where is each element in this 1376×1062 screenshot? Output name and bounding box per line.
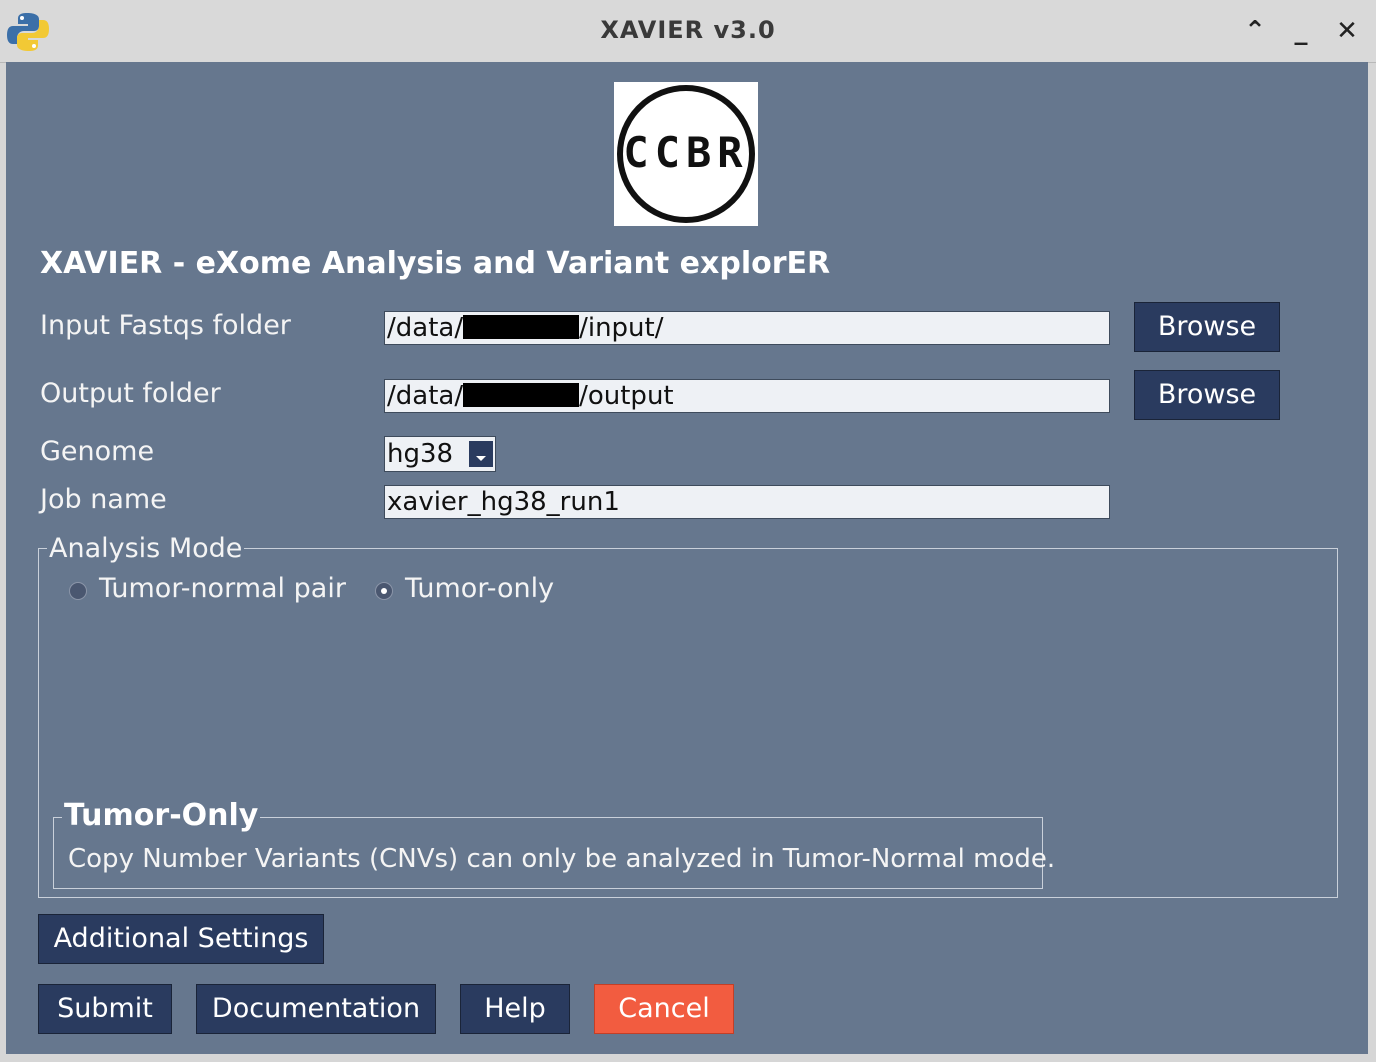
browse-input-button[interactable]: Browse <box>1134 302 1280 352</box>
help-button[interactable]: Help <box>460 984 570 1034</box>
maximize-icon[interactable]: ⌃ <box>1238 14 1272 48</box>
redacted-block <box>463 315 580 339</box>
job-name-field[interactable]: xavier_hg38_run1 <box>384 485 1110 519</box>
chevron-down-icon[interactable] <box>469 441 493 467</box>
close-icon[interactable]: ✕ <box>1330 14 1364 48</box>
redacted-block <box>463 383 580 407</box>
radio-tumor-only[interactable] <box>375 582 393 600</box>
output-folder-field[interactable]: /data//output <box>384 379 1110 413</box>
tumor-only-info-frame: Tumor-Only Copy Number Variants (CNVs) c… <box>53 798 1055 889</box>
submit-button[interactable]: Submit <box>38 984 172 1034</box>
genome-select[interactable]: hg38 <box>384 436 496 472</box>
documentation-button[interactable]: Documentation <box>196 984 436 1034</box>
minimize-icon[interactable]: _ <box>1284 14 1318 48</box>
page-title: XAVIER - eXome Analysis and Variant expl… <box>40 246 831 281</box>
main-panel: CCBR XAVIER - eXome Analysis and Variant… <box>6 62 1368 1054</box>
ccbr-logo: CCBR <box>614 82 758 226</box>
browse-output-button[interactable]: Browse <box>1134 370 1280 420</box>
job-name-label: Job name <box>40 484 167 515</box>
tumor-only-legend: Tumor-Only <box>62 798 261 833</box>
logo-text: CCBR <box>623 128 749 177</box>
cnv-info-text: Copy Number Variants (CNVs) can only be … <box>68 844 1056 874</box>
input-folder-field[interactable]: /data//input/ <box>384 311 1110 345</box>
analysis-mode-legend: Analysis Mode <box>47 533 245 564</box>
radio-tumor-normal[interactable] <box>69 582 87 600</box>
cancel-button[interactable]: Cancel <box>594 984 734 1034</box>
title-bar[interactable]: XAVIER v3.0 ⌃ _ ✕ <box>0 0 1376 63</box>
radio-tumor-only-label[interactable]: Tumor-only <box>405 573 554 604</box>
analysis-mode-frame: Analysis Mode Tumor-normal pair Tumor-on… <box>38 533 1338 898</box>
output-folder-label: Output folder <box>40 378 221 409</box>
genome-value: hg38 <box>387 439 454 469</box>
window-title: XAVIER v3.0 <box>600 16 776 44</box>
radio-tumor-normal-label[interactable]: Tumor-normal pair <box>99 573 346 604</box>
genome-label: Genome <box>40 436 155 467</box>
additional-settings-button[interactable]: Additional Settings <box>38 914 324 964</box>
input-folder-label: Input Fastqs folder <box>40 310 291 341</box>
app-window: XAVIER v3.0 ⌃ _ ✕ CCBR XAVIER - eXome An… <box>0 0 1376 1062</box>
